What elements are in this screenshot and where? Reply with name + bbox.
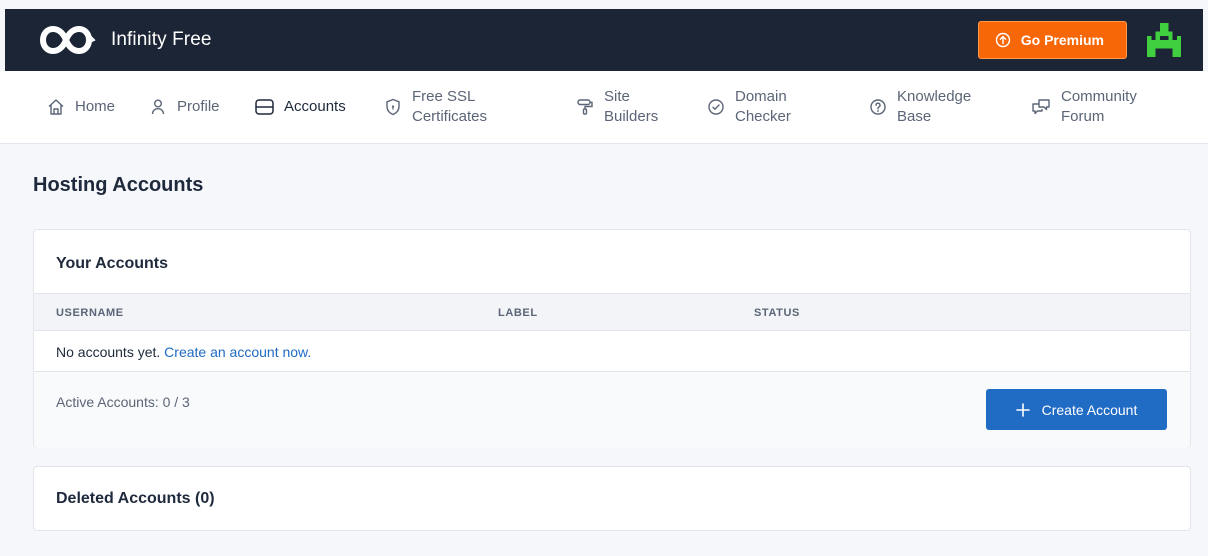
messages-icon — [1030, 97, 1052, 117]
arrow-up-circle-icon — [995, 32, 1011, 48]
nav-domain-line2: Checker — [735, 108, 791, 125]
brand[interactable]: Infinity Free — [35, 23, 212, 57]
nav-knowledge-base-label: Knowledge Base — [897, 87, 971, 127]
empty-accounts-text: No accounts yet. — [56, 344, 161, 360]
nav-site-builders[interactable]: Site Builders — [575, 71, 658, 143]
column-username: USERNAME — [56, 307, 124, 319]
column-label: LABEL — [498, 307, 538, 319]
nav-knowledge-base[interactable]: Knowledge Base — [868, 71, 971, 143]
top-header: Infinity Free Go Premium — [5, 9, 1203, 71]
nav-home[interactable]: Home — [46, 71, 115, 143]
nav-kb-line1: Knowledge — [897, 88, 972, 105]
main-nav: Home Profile Accounts Free SSL Certifica… — [0, 71, 1208, 144]
home-icon — [46, 97, 66, 117]
accounts-table-header: USERNAME LABEL STATUS — [34, 293, 1190, 331]
nav-accounts-label: Accounts — [284, 98, 346, 115]
go-premium-label: Go Premium — [1020, 32, 1104, 48]
page-title: Hosting Accounts — [33, 174, 204, 196]
accounts-card-footer: Active Accounts: 0 / 3 Create Account — [34, 372, 1190, 448]
plus-icon — [1015, 402, 1030, 417]
deleted-accounts-card[interactable]: Deleted Accounts (0) — [33, 466, 1191, 531]
server-icon — [254, 97, 275, 117]
go-premium-button[interactable]: Go Premium — [977, 21, 1127, 59]
nav-ssl[interactable]: Free SSL Certificates — [383, 71, 487, 143]
avatar[interactable] — [1145, 21, 1183, 59]
nav-ssl-label: Free SSL Certificates — [412, 87, 487, 127]
nav-community-forum[interactable]: Community Forum — [1030, 71, 1137, 143]
nav-forum-line1: Community — [1061, 88, 1137, 105]
nav-builders-line2: Builders — [604, 108, 659, 125]
nav-site-builders-label: Site Builders — [604, 87, 658, 127]
column-status: STATUS — [754, 307, 800, 319]
your-accounts-title: Your Accounts — [56, 255, 169, 272]
nav-accounts[interactable]: Accounts — [254, 71, 346, 143]
create-account-button[interactable]: Create Account — [986, 389, 1167, 430]
your-accounts-card: Your Accounts USERNAME LABEL STATUS No a… — [33, 229, 1191, 448]
shield-icon — [383, 97, 403, 117]
nav-profile-label: Profile — [177, 98, 220, 115]
nav-ssl-line2: Certificates — [412, 108, 488, 125]
nav-profile[interactable]: Profile — [148, 71, 220, 143]
nav-builders-line1: Site — [604, 88, 630, 105]
nav-domain-checker-label: Domain Checker — [735, 87, 791, 127]
create-account-link[interactable]: Create an account now. — [164, 344, 311, 360]
paint-roller-icon — [575, 97, 595, 117]
nav-ssl-line1: Free SSL — [412, 88, 476, 105]
help-circle-icon — [868, 97, 888, 117]
nav-domain-line1: Domain — [735, 88, 787, 105]
nav-community-forum-label: Community Forum — [1061, 87, 1137, 127]
nav-home-label: Home — [75, 98, 116, 115]
user-icon — [148, 97, 168, 117]
brand-name: Infinity Free — [111, 29, 212, 50]
create-account-label: Create Account — [1041, 401, 1138, 418]
deleted-accounts-title: Deleted Accounts (0) — [56, 490, 215, 507]
infinity-logo-icon — [35, 23, 97, 57]
check-circle-icon — [706, 97, 726, 117]
nav-forum-line2: Forum — [1061, 108, 1105, 125]
nav-domain-checker[interactable]: Domain Checker — [706, 71, 791, 143]
empty-accounts-row: No accounts yet. Create an account now. — [34, 331, 1190, 372]
active-accounts-count: Active Accounts: 0 / 3 — [56, 394, 190, 410]
nav-kb-line2: Base — [897, 108, 932, 125]
